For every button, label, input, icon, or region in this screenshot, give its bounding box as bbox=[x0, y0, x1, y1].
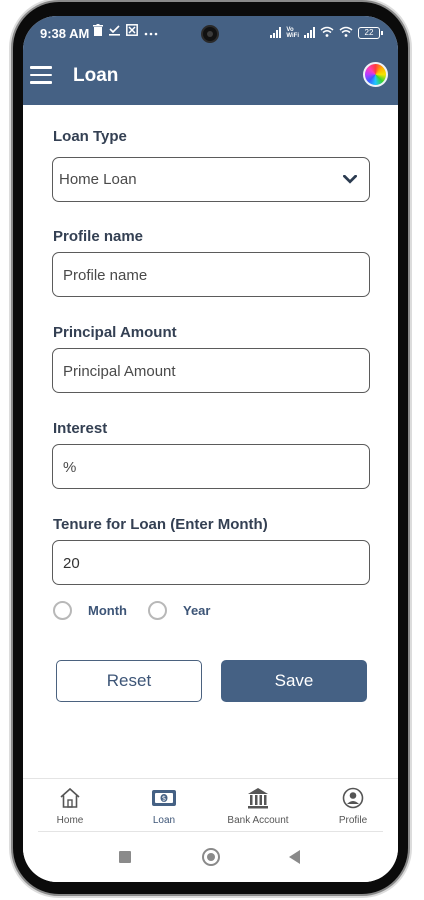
app-screen: 9:38 AM Vo WiFi 22 Loan Loan Type Home L… bbox=[23, 16, 398, 882]
interest-field-box bbox=[52, 444, 370, 489]
menu-icon[interactable] bbox=[30, 66, 52, 86]
wifi-icon bbox=[320, 25, 334, 40]
profile-name-input[interactable] bbox=[61, 253, 355, 297]
top-bar: 9:38 AM Vo WiFi 22 Loan bbox=[23, 16, 398, 105]
tenure-unit-radio-group: Month Year bbox=[53, 601, 210, 620]
nav-item-loan[interactable]: $ Loan bbox=[119, 785, 209, 826]
loan-type-value: Home Loan bbox=[59, 171, 137, 188]
status-time: 9:38 AM bbox=[40, 26, 90, 41]
signal-icon-2 bbox=[304, 27, 315, 38]
back-icon[interactable] bbox=[289, 850, 300, 864]
nav-item-bank-account[interactable]: Bank Account bbox=[213, 785, 303, 826]
status-bar: 9:38 AM Vo WiFi 22 bbox=[23, 16, 398, 52]
loan-type-select[interactable]: Home Loan bbox=[52, 157, 370, 202]
chevron-down-icon bbox=[343, 175, 357, 184]
delete-icon bbox=[93, 24, 103, 39]
profile-icon bbox=[308, 785, 398, 811]
vo-wifi-icon: Vo WiFi bbox=[286, 26, 299, 39]
signal-icon bbox=[270, 27, 282, 38]
year-radio-label[interactable]: Year bbox=[183, 603, 210, 618]
system-nav-bar bbox=[23, 833, 398, 882]
principal-amount-input[interactable] bbox=[61, 349, 355, 393]
divider bbox=[38, 831, 383, 832]
download-done-icon bbox=[109, 24, 120, 39]
interest-label: Interest bbox=[53, 420, 108, 437]
nav-label-loan: Loan bbox=[152, 815, 176, 826]
color-wheel-icon[interactable] bbox=[363, 62, 388, 87]
home-icon bbox=[25, 785, 115, 811]
front-camera bbox=[201, 25, 219, 43]
system-home-icon[interactable] bbox=[202, 848, 220, 866]
principal-amount-label: Principal Amount bbox=[53, 324, 177, 341]
status-left-icons bbox=[93, 24, 158, 39]
principal-amount-field-box bbox=[52, 348, 370, 393]
app-bar: Loan bbox=[23, 52, 398, 105]
bank-icon bbox=[213, 785, 303, 811]
reset-button[interactable]: Reset bbox=[56, 660, 202, 702]
month-radio-label[interactable]: Month bbox=[88, 603, 127, 618]
interest-input[interactable] bbox=[61, 445, 355, 489]
profile-name-label: Profile name bbox=[53, 228, 144, 245]
more-icon bbox=[144, 25, 158, 39]
year-radio[interactable] bbox=[147, 601, 167, 620]
profile-name-field-box bbox=[52, 252, 370, 297]
loan-type-label: Loan Type bbox=[53, 128, 127, 145]
tenure-label: Tenure for Loan (Enter Month) bbox=[53, 516, 268, 533]
nav-label-profile: Profile bbox=[338, 815, 368, 826]
svg-text:$: $ bbox=[162, 795, 166, 803]
battery-icon: 22 bbox=[358, 26, 383, 39]
tenure-field-box bbox=[52, 540, 370, 585]
app-icon bbox=[126, 24, 138, 39]
save-button[interactable]: Save bbox=[221, 660, 367, 702]
recent-apps-icon[interactable] bbox=[119, 851, 131, 863]
month-radio[interactable] bbox=[53, 601, 72, 620]
nav-item-profile[interactable]: Profile bbox=[308, 785, 398, 826]
nav-label-bank-account: Bank Account bbox=[227, 815, 289, 826]
bottom-nav: Home $ Loan Bank Account Profile bbox=[23, 778, 398, 834]
banknote-icon: $ bbox=[119, 785, 209, 811]
wifi-icon-2 bbox=[339, 25, 353, 40]
page-title: Loan bbox=[73, 65, 119, 86]
tenure-input[interactable] bbox=[61, 541, 355, 585]
nav-item-home[interactable]: Home bbox=[25, 785, 115, 826]
nav-label-home: Home bbox=[56, 815, 84, 826]
status-right-icons: Vo WiFi 22 bbox=[270, 25, 383, 40]
